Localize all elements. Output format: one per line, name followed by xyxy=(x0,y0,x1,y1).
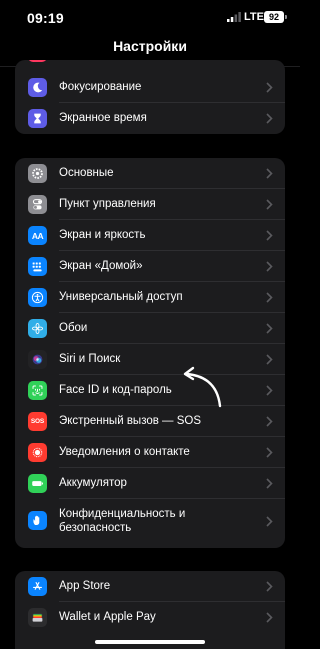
chevron-right-icon xyxy=(266,385,273,396)
settings-row-label: App Store xyxy=(59,580,111,592)
chevron-right-icon xyxy=(266,230,273,241)
settings-row-label: Фокусирование xyxy=(59,81,142,93)
sos-glyph: SOS xyxy=(30,418,45,425)
settings-row-wallpaper[interactable]: Обои xyxy=(15,313,285,344)
text-size-glyph: AA xyxy=(31,230,44,241)
wallet-icon xyxy=(28,608,47,627)
settings-row-home-screen[interactable]: Экран «Домой» xyxy=(15,251,285,282)
app-store-icon xyxy=(28,577,47,596)
settings-row-label: Экран «Домой» xyxy=(59,260,143,272)
chevron-right-icon xyxy=(266,612,273,623)
siri-icon xyxy=(28,350,47,369)
settings-row-label: Пункт управления xyxy=(59,198,156,210)
settings-row-battery[interactable]: Аккумулятор xyxy=(15,468,285,499)
gear-icon xyxy=(28,164,47,183)
chevron-right-icon xyxy=(266,168,273,179)
settings-row-privacy-security[interactable]: Конфиденциальность и безопасность xyxy=(15,499,285,543)
settings-row-label: Конфиденциальность и безопасность xyxy=(59,508,186,534)
status-bar: 09:19 LTE 92 xyxy=(0,0,300,36)
settings-group-store: App Store Wallet и Apple Pay xyxy=(15,571,285,649)
settings-row-exposure-notifications[interactable]: Уведомления о контакте xyxy=(15,437,285,468)
settings-row-label: Экран и яркость xyxy=(59,229,146,241)
chevron-right-icon xyxy=(266,292,273,303)
flower-icon xyxy=(28,319,47,338)
settings-row-label: Wallet и Apple Pay xyxy=(59,611,156,623)
accessibility-icon xyxy=(28,288,47,307)
settings-row-app-store[interactable]: App Store xyxy=(15,571,285,602)
cellular-signal-icon xyxy=(227,12,241,22)
text-size-icon: AA xyxy=(28,226,47,245)
face-id-icon xyxy=(28,381,47,400)
settings-row-label: Аккумулятор xyxy=(59,477,127,489)
chevron-right-icon xyxy=(266,113,273,124)
home-grid-icon xyxy=(28,257,47,276)
chevron-right-icon xyxy=(266,581,273,592)
battery-indicator: 92 xyxy=(264,11,287,23)
settings-row-label: Face ID и код-пароль xyxy=(59,384,172,396)
exposure-icon xyxy=(28,443,47,462)
chevron-right-icon xyxy=(266,261,273,272)
toggles-icon xyxy=(28,195,47,214)
settings-row-wallet[interactable]: Wallet и Apple Pay xyxy=(15,602,285,633)
chevron-right-icon xyxy=(266,199,273,210)
settings-row-face-id-passcode[interactable]: Face ID и код-пароль xyxy=(15,375,285,406)
settings-row-display-brightness[interactable]: AA Экран и яркость xyxy=(15,220,285,251)
settings-row-label: Siri и Поиск xyxy=(59,353,121,365)
chevron-right-icon xyxy=(266,416,273,427)
network-type: LTE xyxy=(244,11,264,23)
settings-row-label: Основные xyxy=(59,167,114,179)
chevron-right-icon xyxy=(266,354,273,365)
moon-icon xyxy=(28,78,47,97)
status-time: 09:19 xyxy=(27,10,64,26)
hourglass-icon xyxy=(28,109,47,128)
battery-icon xyxy=(28,474,47,493)
settings-row-label: Универсальный доступ xyxy=(59,291,183,303)
chevron-right-icon xyxy=(266,447,273,458)
settings-row-emergency-sos[interactable]: SOS Экстренный вызов — SOS xyxy=(15,406,285,437)
settings-row-label: Экстренный вызов — SOS xyxy=(59,415,202,427)
sos-icon: SOS xyxy=(28,412,47,431)
settings-row-control-center[interactable]: Пункт управления xyxy=(15,189,285,220)
page-title: Настройки xyxy=(113,38,187,54)
chevron-right-icon xyxy=(266,478,273,489)
settings-row-focus[interactable]: Фокусирование xyxy=(15,72,285,103)
settings-row-siri-search[interactable]: Siri и Поиск xyxy=(15,344,285,375)
home-indicator[interactable] xyxy=(95,640,205,644)
settings-row-accessibility[interactable]: Универсальный доступ xyxy=(15,282,285,313)
settings-row-general[interactable]: Основные xyxy=(15,158,285,189)
sounds-icon xyxy=(28,60,47,62)
settings-group-focus: Фокусирование Экранное время xyxy=(15,60,285,134)
chevron-right-icon xyxy=(266,82,273,93)
settings-row-label: Экранное время xyxy=(59,112,147,124)
settings-group-general: Основные Пункт управления AA Экран и ярк… xyxy=(15,158,285,548)
settings-row-screen-time[interactable]: Экранное время xyxy=(15,103,285,134)
chevron-right-icon xyxy=(266,516,273,527)
chevron-right-icon xyxy=(266,323,273,334)
settings-row-label: Уведомления о контакте xyxy=(59,446,190,458)
hand-icon xyxy=(28,511,47,530)
settings-row-label: Обои xyxy=(59,322,88,334)
settings-row-sounds-partial[interactable] xyxy=(15,60,285,68)
